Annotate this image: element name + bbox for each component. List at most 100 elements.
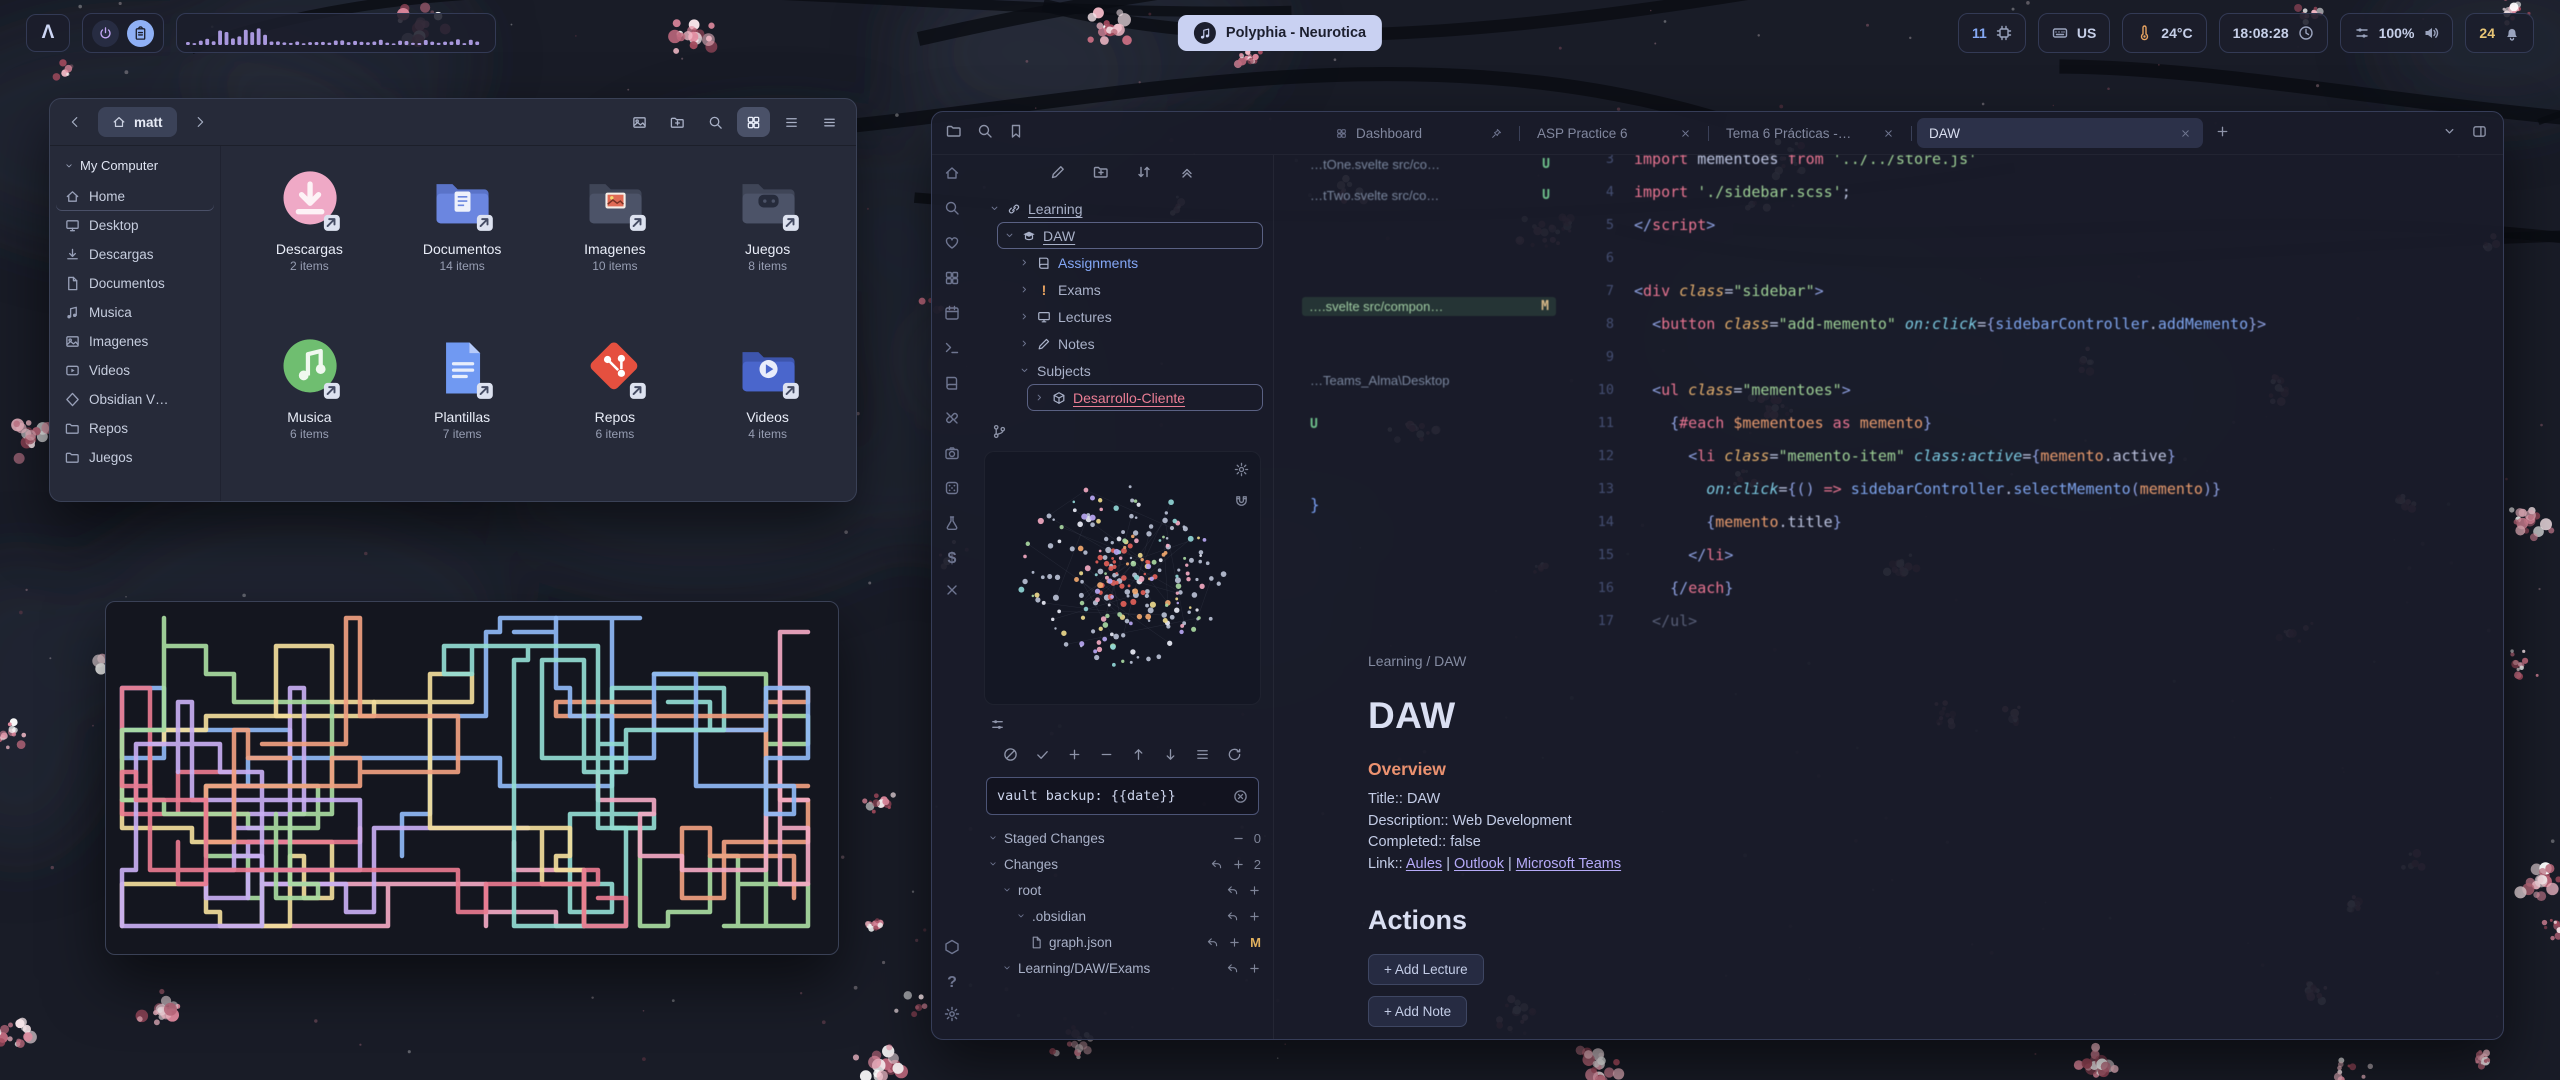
collapse-all-button[interactable] <box>1179 164 1195 185</box>
gallery-button[interactable] <box>623 107 656 137</box>
tab-daw[interactable]: DAW <box>1917 118 2203 148</box>
list-view-button[interactable] <box>775 107 808 137</box>
tree-item-learning[interactable]: Learning <box>982 195 1263 222</box>
launcher-button[interactable]: Λ <box>26 14 70 52</box>
volume-module[interactable]: 100% <box>2340 13 2454 53</box>
sort-order-button[interactable] <box>1136 164 1152 185</box>
plus-action-icon[interactable] <box>1248 884 1261 897</box>
ribbon-calendar-button[interactable] <box>944 305 960 326</box>
folder-tile-videos[interactable]: Videos4 items <box>691 326 844 494</box>
grid-view-button[interactable] <box>737 107 770 137</box>
commit-message-input[interactable]: vault backup: {{date}} <box>986 777 1259 815</box>
new-folder-button[interactable] <box>1093 164 1109 185</box>
sliders-icon[interactable] <box>972 713 1273 736</box>
ribbon-book-button[interactable] <box>944 375 960 396</box>
graph-settings-icon[interactable] <box>1234 462 1249 481</box>
new-note-button[interactable] <box>1050 164 1066 185</box>
sidebar-item-musica[interactable]: Musica <box>56 298 214 327</box>
unstage-all-button[interactable] <box>1099 747 1114 766</box>
minus-action-icon[interactable] <box>1232 832 1245 845</box>
close-icon[interactable] <box>2180 128 2191 139</box>
folder-tile-imagenes[interactable]: Imagenes10 items <box>539 158 692 326</box>
tree-item-lectures[interactable]: Lectures <box>1012 303 1263 330</box>
close-icon[interactable] <box>1680 128 1691 139</box>
weather-module[interactable]: 24°C <box>2122 13 2206 53</box>
ribbon-flask-button[interactable] <box>944 515 960 536</box>
pin-icon[interactable] <box>1491 128 1502 139</box>
sidebar-item-videos[interactable]: Videos <box>56 356 214 385</box>
ribbon-heart-button[interactable] <box>944 235 960 256</box>
ribbon-grid-button[interactable] <box>944 270 960 291</box>
back-button[interactable] <box>60 107 90 137</box>
sidebar-item-descargas[interactable]: Descargas <box>56 240 214 269</box>
ribbon-vault-button[interactable] <box>944 939 960 960</box>
ribbon-camera-button[interactable] <box>944 445 960 466</box>
ribbon-home-button[interactable] <box>944 165 960 186</box>
tab-tema-6-pr-cticas-[interactable]: Tema 6 Prácticas -… <box>1714 118 1906 148</box>
tab-asp-practice-6[interactable]: ASP Practice 6 <box>1525 118 1703 148</box>
plus-action-icon[interactable] <box>1248 910 1261 923</box>
plus-action-icon[interactable] <box>1248 962 1261 975</box>
undo-action-icon[interactable] <box>1226 962 1239 975</box>
-add-note-button[interactable]: + Add Note <box>1368 996 1467 1027</box>
note-link-microsoft-teams[interactable]: Microsoft Teams <box>1516 856 1621 872</box>
media-widget[interactable]: Polyphia - Neurotica <box>1178 15 1382 51</box>
note-link-aules[interactable]: Aules <box>1406 856 1442 872</box>
ribbon-help-button[interactable]: ? <box>944 974 960 992</box>
close-icon[interactable] <box>1883 128 1894 139</box>
search-button[interactable] <box>699 107 732 137</box>
discard-button[interactable] <box>1003 747 1018 766</box>
sidebar-item-repos[interactable]: Repos <box>56 414 214 443</box>
git-item-root[interactable]: root <box>984 877 1261 903</box>
files-view-button[interactable] <box>946 123 962 144</box>
folder-tile-plantillas[interactable]: Plantillas7 items <box>386 326 539 494</box>
updates-module[interactable]: 11 <box>1958 13 2026 53</box>
tree-item-desarrollo-cliente[interactable]: Desarrollo-Cliente <box>1027 384 1263 411</box>
folder-tile-descargas[interactable]: Descargas2 items <box>233 158 386 326</box>
sidebar-item-juegos[interactable]: Juegos <box>56 443 214 472</box>
bookmarks-view-button[interactable] <box>1008 123 1024 144</box>
sidebar-item-home[interactable]: Home <box>56 182 214 211</box>
git-item-changes[interactable]: Changes2 <box>984 851 1261 877</box>
ribbon-search-button[interactable] <box>944 200 960 221</box>
tree-item-notes[interactable]: Notes <box>1012 330 1263 357</box>
search-view-button[interactable] <box>977 123 993 144</box>
tree-item-daw[interactable]: DAW <box>997 222 1263 249</box>
undo-action-icon[interactable] <box>1226 884 1239 897</box>
sidebar-item-desktop[interactable]: Desktop <box>56 211 214 240</box>
pull-button[interactable] <box>1163 747 1178 766</box>
-add-lecture-button[interactable]: + Add Lecture <box>1368 954 1484 985</box>
undo-action-icon[interactable] <box>1226 910 1239 923</box>
ribbon-gear-button[interactable] <box>944 1006 960 1027</box>
undo-action-icon[interactable] <box>1210 858 1223 871</box>
ribbon-dollar-button[interactable]: $ <box>944 550 960 568</box>
keyboard-layout-module[interactable]: US <box>2038 13 2110 53</box>
git-item-staged-changes[interactable]: Staged Changes0 <box>984 825 1261 851</box>
sidebar-item-obsidian-v-[interactable]: Obsidian V… <box>56 385 214 414</box>
commit-button[interactable] <box>1035 747 1050 766</box>
change-list-button[interactable] <box>1195 747 1210 766</box>
sidebar-item-documentos[interactable]: Documentos <box>56 269 214 298</box>
ribbon-terminal-button[interactable] <box>944 340 960 361</box>
undo-action-icon[interactable] <box>1206 936 1219 949</box>
split-layout-button[interactable] <box>2472 124 2487 143</box>
forward-button[interactable] <box>185 107 215 137</box>
tab-dashboard[interactable]: Dashboard <box>1324 118 1514 148</box>
plus-action-icon[interactable] <box>1232 858 1245 871</box>
sidebar-section-title[interactable]: My Computer <box>56 154 214 182</box>
clear-icon[interactable] <box>1233 789 1248 804</box>
tree-item-exams[interactable]: !Exams <box>1012 276 1263 303</box>
notifications-module[interactable]: 24 <box>2465 13 2534 53</box>
folder-tile-musica[interactable]: Musica6 items <box>233 326 386 494</box>
ribbon-dice-button[interactable] <box>944 480 960 501</box>
power-icon[interactable] <box>92 20 119 47</box>
git-item-learning-daw-exams[interactable]: Learning/DAW/Exams <box>984 955 1261 981</box>
sidebar-item-imagenes[interactable]: Imagenes <box>56 327 214 356</box>
folder-tile-repos[interactable]: Repos6 items <box>539 326 692 494</box>
folder-tile-documentos[interactable]: Documentos14 items <box>386 158 539 326</box>
tab-list-button[interactable] <box>2442 124 2457 143</box>
breadcrumb[interactable]: matt <box>98 107 177 137</box>
notes-icon[interactable] <box>127 20 154 47</box>
folder-tile-juegos[interactable]: Juegos8 items <box>691 158 844 326</box>
git-item-graph-json[interactable]: graph.jsonM <box>984 929 1261 955</box>
